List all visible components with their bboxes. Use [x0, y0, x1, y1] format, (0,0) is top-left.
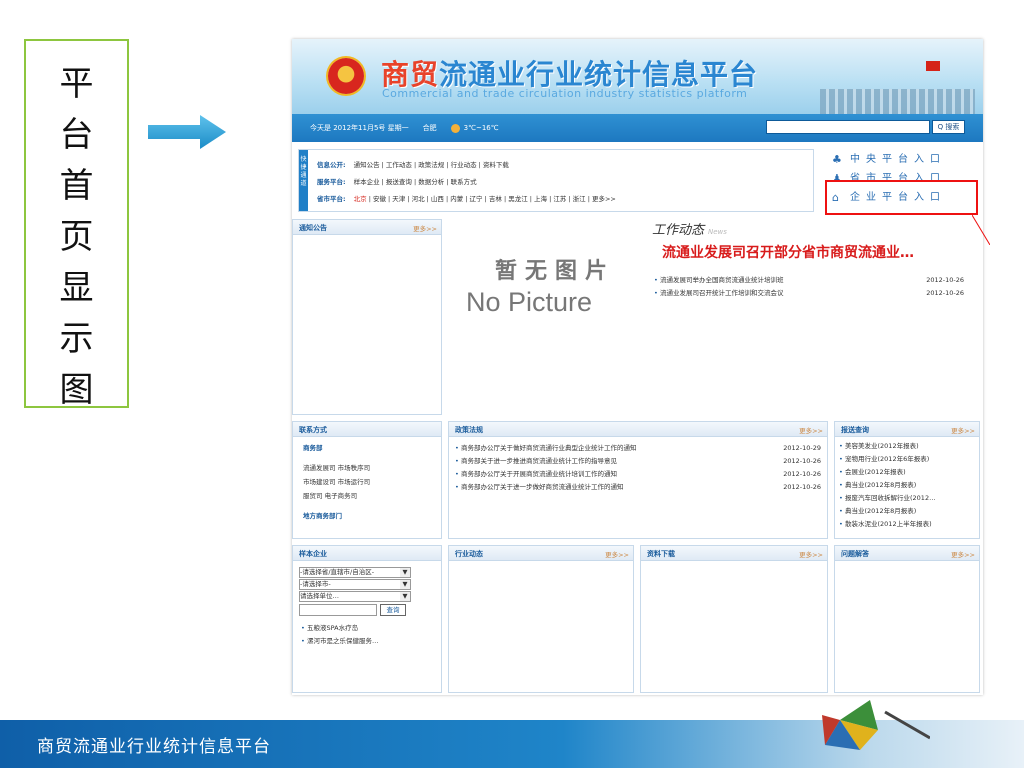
quick-tag: 快捷通道 [299, 150, 308, 211]
province-select[interactable]: -请选择省/直辖市/自治区- ▼ [299, 567, 411, 578]
enterprise-search-input[interactable] [299, 604, 377, 616]
notice-more-link[interactable]: 更多>> [413, 223, 437, 233]
city-text: 合肥 [422, 124, 437, 132]
quick-row-info[interactable]: 信息公开: 通知公告 | 工作动态 | 政策法规 | 行业动态 | 资料下载 [317, 159, 509, 169]
report-item[interactable]: 散装水泥业(2012上半年报表) [837, 518, 977, 531]
slide-label-box: 平台首页显示图 [24, 39, 129, 410]
sample-enterprise-panel: 样本企业 -请选择省/直辖市/自治区- ▼ -请选择市- ▼ 请选择单位… ▼ 查询 … [292, 545, 442, 693]
sample-item[interactable]: 漯河市是之乐保健服务… [299, 635, 437, 648]
report-heading: 报送查询 更多>> [835, 422, 979, 437]
chevron-down-icon: ▼ [400, 568, 410, 577]
contact-panel: 联系方式 商务部 流通发展司 市场秩序司 市场建设司 市场运行司 服贸司 电子商… [292, 421, 442, 539]
work-news-item[interactable]: 流通业发展司召开统计工作培训和交流会议2012-10-26 [652, 287, 964, 300]
report-item[interactable]: 美容美发业(2012年报表) [837, 440, 977, 453]
search-button[interactable]: Q 搜索 [932, 120, 965, 134]
notice-panel: 通知公告 更多>> [292, 219, 442, 415]
query-button[interactable]: 查询 [380, 604, 406, 616]
weather-sun-icon [450, 123, 460, 133]
flag-icon [926, 61, 940, 71]
date-text: 今天是 2012年11月5号 星期一 [310, 124, 409, 132]
download-panel: 资料下载 更多>> [640, 545, 828, 693]
people-icon: ♣ [832, 153, 842, 166]
policy-heading: 政策法规 更多>> [449, 422, 827, 437]
policy-item[interactable]: 商务部办公厅关于开展商贸流通业统计培训工作的通知2012-10-26 [453, 468, 821, 481]
slide-vertical-label: 平台首页显示图 [59, 64, 94, 410]
buildings-image [820, 89, 975, 114]
no-picture-placeholder: 暂无图片 No Picture [464, 219, 637, 317]
weather-text: 3℃~16℃ [463, 124, 499, 132]
sample-heading: 样本企业 [293, 546, 441, 561]
contact-heading: 联系方式 [293, 422, 441, 437]
policy-item[interactable]: 商务部办公厅关于进一步做好商贸流通业统计工作的通知2012-10-26 [453, 481, 821, 494]
policy-item[interactable]: 商务部办公厅关于做好商贸流通行业典型企业统计工作的通知2012-10-29 [453, 442, 821, 455]
work-headline[interactable]: 流通业发展司召开部分省市商贸流通业… [662, 242, 978, 262]
work-news-item[interactable]: 流通发展司举办全国商贸流通业统计培训班2012-10-26 [652, 274, 964, 287]
search-input[interactable] [766, 120, 930, 134]
site-title-en: Commercial and trade circulation industr… [382, 87, 748, 100]
right-arrow-icon [148, 115, 226, 149]
quick-row-service[interactable]: 服务平台: 样本企业 | 报送查询 | 数据分析 | 联系方式 [317, 176, 477, 186]
info-bar: 今天是 2012年11月5号 星期一 合肥 3℃~16℃ Q 搜索 [292, 114, 983, 142]
chevron-down-icon: ▼ [400, 580, 410, 589]
sample-item[interactable]: 五粮液SPA水疗岛 [299, 622, 437, 635]
notice-heading: 通知公告 更多>> [293, 220, 441, 235]
website-screenshot: 商贸流通业行业统计信息平台 Commercial and trade circu… [292, 39, 990, 695]
emblem-icon [328, 58, 364, 94]
policy-item[interactable]: 商务部关于进一步推进商贸流通业统计工作的指导意见2012-10-26 [453, 455, 821, 468]
report-query-panel: 报送查询更多>> 美容美发业(2012年报表) 宠物用行业(2012年6年报表)… [834, 421, 980, 539]
industry-news-panel: 行业动态 更多>> [448, 545, 634, 693]
report-item[interactable]: 宠物用行业(2012年6年报表) [837, 453, 977, 466]
quick-row-province[interactable]: 省市平台: 北京 | 安徽 | 天津 | 河北 | 山西 | 内蒙 | 辽宁 | … [317, 193, 616, 203]
highlight-box [825, 180, 978, 215]
policy-panel: 政策法规更多>> 商务部办公厅关于做好商贸流通行业典型企业统计工作的通知2012… [448, 421, 828, 539]
work-news-section: 工作动态News 流通业发展司召开部分省市商贸流通业… 流通发展司举办全国商贸流… [652, 219, 978, 300]
report-item[interactable]: 典当业(2012年8月报表) [837, 505, 977, 518]
unit-select[interactable]: 请选择单位… ▼ [299, 591, 411, 602]
report-item[interactable]: 报废汽车回收拆解行业(2012… [837, 492, 977, 505]
city-select[interactable]: -请选择市- ▼ [299, 579, 411, 590]
site-header: 商贸流通业行业统计信息平台 Commercial and trade circu… [292, 39, 983, 114]
chevron-down-icon: ▼ [400, 592, 410, 601]
central-platform-link[interactable]: ♣ 中央平台入口 [824, 151, 972, 169]
faq-panel: 问题解答 更多>> [834, 545, 980, 693]
slide-footer: 商贸流通业行业统计信息平台 [0, 720, 1024, 768]
footer-title: 商贸流通业行业统计信息平台 [37, 737, 271, 757]
quick-links-panel: 快捷通道 信息公开: 通知公告 | 工作动态 | 政策法规 | 行业动态 | 资料… [298, 149, 814, 212]
work-title: 工作动态 News [652, 223, 727, 238]
report-item[interactable]: 典当业(2012年8月报表) [837, 479, 977, 492]
report-item[interactable]: 会展业(2012年报表) [837, 466, 977, 479]
